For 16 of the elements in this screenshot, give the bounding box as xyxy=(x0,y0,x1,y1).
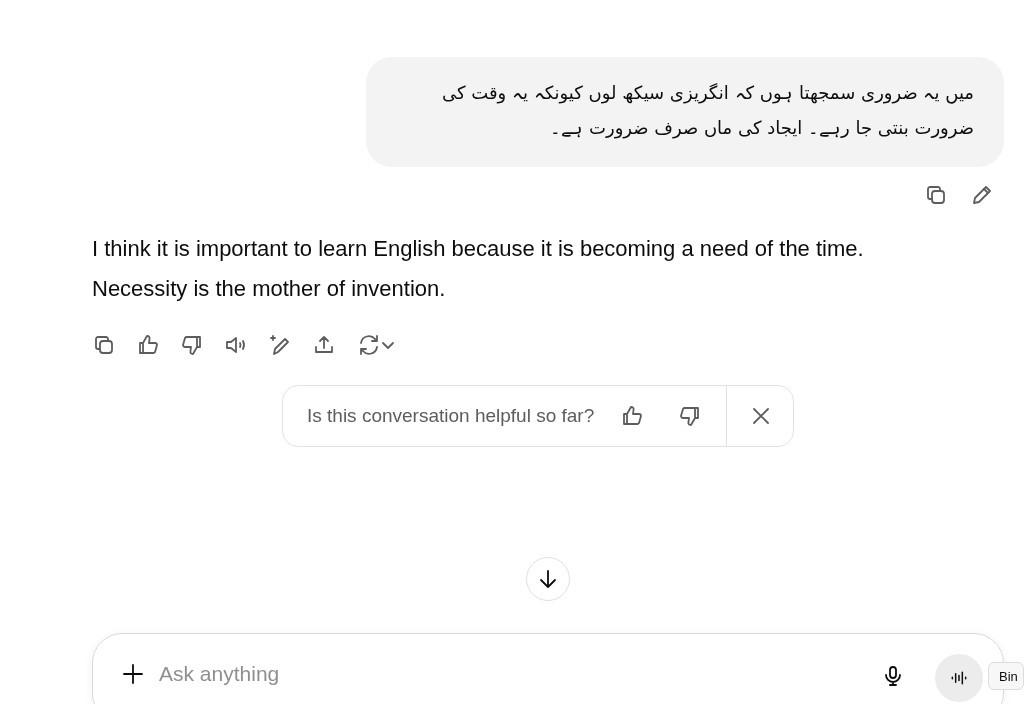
waveform-icon xyxy=(949,668,969,688)
assistant-message: I think it is important to learn English because it is becoming a need of the time. Necessity is the mother of invention. xyxy=(92,235,865,303)
tooltip: Bin xyxy=(988,662,1024,690)
scroll-down-button[interactable] xyxy=(526,557,570,601)
user-message: میں یہ ضروری سمجھتا ہوں کہ انگریزی سیکھ لوں کیونکہ یہ وقت کی ضرورت بنتی جا رہے۔ ایجاد کی ماں صرف ضرورت ہے۔ xyxy=(366,57,1004,167)
pen-sparkle-icon[interactable] xyxy=(268,333,292,357)
plus-icon[interactable] xyxy=(121,662,145,686)
edit-icon[interactable] xyxy=(970,183,994,207)
feedback-question: Is this conversation helpful so far? xyxy=(307,405,595,427)
copy-icon[interactable] xyxy=(92,333,116,357)
message-input[interactable]: Ask anything xyxy=(159,660,867,688)
thumbs-up-icon[interactable] xyxy=(136,333,160,357)
thumbs-up-icon[interactable] xyxy=(620,404,645,428)
voice-button[interactable] xyxy=(935,654,983,702)
thumbs-down-icon[interactable] xyxy=(180,333,204,357)
copy-icon[interactable] xyxy=(924,183,948,207)
